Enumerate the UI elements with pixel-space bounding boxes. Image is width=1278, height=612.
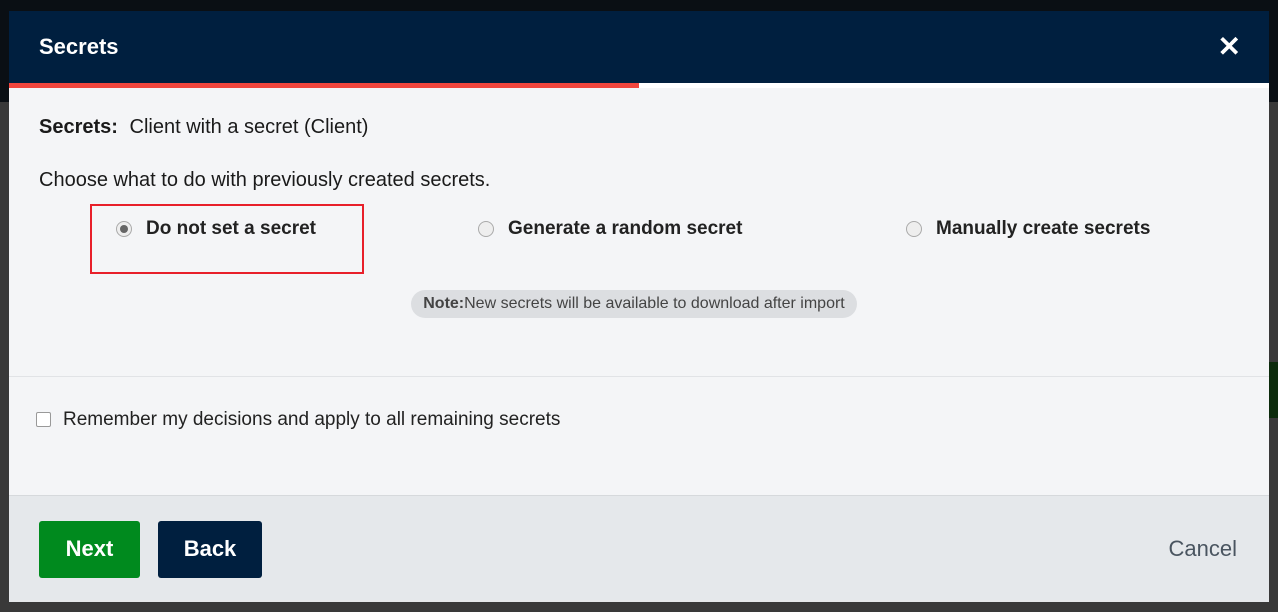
close-icon[interactable]: ✕ — [1218, 33, 1241, 61]
dialog-title: Secrets — [39, 34, 119, 59]
secrets-dialog: Secrets ✕ Secrets: Client with a secret … — [9, 11, 1269, 602]
secret-options: Do not set a secret Generate a random se… — [39, 204, 1239, 274]
dialog-footer: Next Back Cancel — [9, 495, 1269, 602]
radio-generate-random[interactable] — [478, 221, 494, 237]
remember-checkbox[interactable] — [36, 412, 51, 427]
next-button[interactable]: Next — [39, 520, 140, 578]
option-label: Manually create secrets — [936, 218, 1151, 239]
secrets-value: Client with a secret (Client) — [129, 116, 369, 138]
radio-manually-create[interactable] — [906, 221, 922, 237]
option-label: Do not set a secret — [146, 218, 316, 239]
option-do-not-set[interactable]: Do not set a secret — [116, 218, 316, 240]
dialog-body: Secrets: Client with a secret (Client) C… — [9, 88, 1269, 377]
note-label: Note: — [423, 295, 465, 312]
note-text: New secrets will be available to downloa… — [464, 295, 845, 312]
secret-context: Secrets: Client with a secret (Client) — [39, 116, 1239, 139]
cancel-button[interactable]: Cancel — [1169, 536, 1237, 562]
option-label: Generate a random secret — [508, 218, 743, 239]
radio-do-not-set[interactable] — [116, 221, 132, 237]
dialog-header: Secrets ✕ — [9, 11, 1269, 83]
remember-decisions[interactable]: Remember my decisions and apply to all r… — [9, 377, 1269, 495]
prompt-text: Choose what to do with previously create… — [39, 169, 491, 191]
background-app-element — [1269, 362, 1278, 418]
back-button[interactable]: Back — [158, 520, 262, 578]
note-badge: Note: New secrets will be available to d… — [411, 290, 857, 318]
option-manually-create[interactable]: Manually create secrets — [906, 218, 1150, 240]
secrets-label: Secrets: — [39, 116, 118, 138]
remember-label: Remember my decisions and apply to all r… — [63, 409, 561, 430]
option-generate-random[interactable]: Generate a random secret — [478, 218, 742, 240]
